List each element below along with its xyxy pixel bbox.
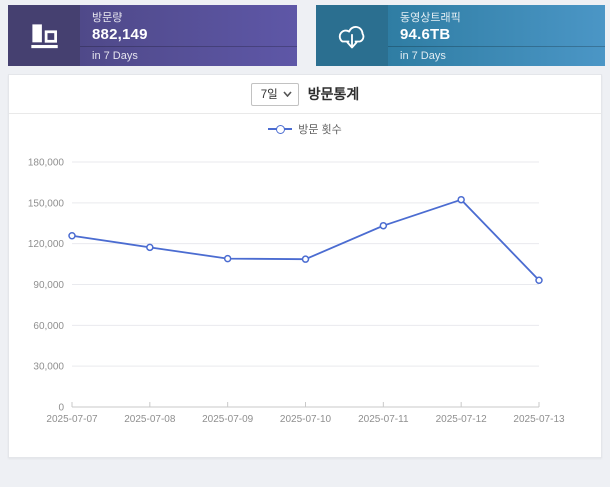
svg-text:2025-07-12: 2025-07-12 xyxy=(436,414,488,425)
legend-label: 방문 횟수 xyxy=(298,121,342,137)
stat-card-period: in 7 Days xyxy=(388,46,605,66)
svg-text:2025-07-10: 2025-07-10 xyxy=(280,414,332,425)
svg-text:60,000: 60,000 xyxy=(33,321,64,332)
stat-card: 방문량 882,149 in 7 Days xyxy=(8,5,297,66)
svg-text:150,000: 150,000 xyxy=(28,198,65,209)
chevron-down-icon xyxy=(283,91,292,97)
svg-text:2025-07-09: 2025-07-09 xyxy=(202,414,254,425)
period-select-value: 7일 xyxy=(261,86,278,102)
svg-text:2025-07-11: 2025-07-11 xyxy=(358,414,409,425)
stat-card: 동영상트래픽 94.6TB in 7 Days xyxy=(316,5,605,66)
stat-card-period: in 7 Days xyxy=(80,46,297,66)
stat-card-value: 94.6TB xyxy=(400,26,595,45)
svg-text:0: 0 xyxy=(58,403,64,414)
svg-text:90,000: 90,000 xyxy=(33,280,64,291)
svg-text:120,000: 120,000 xyxy=(28,239,65,250)
line-chart: 0 30,000 60,000 90,000 120,000 150,000 180,000… xyxy=(9,144,601,444)
panel-header: 7일 방문통계 xyxy=(9,75,601,114)
svg-text:180,000: 180,000 xyxy=(28,158,65,169)
bar-chart-icon xyxy=(8,5,80,66)
period-select[interactable]: 7일 xyxy=(251,83,299,106)
cloud-download-icon xyxy=(316,5,388,66)
stat-card-label: 방문량 xyxy=(92,12,287,26)
svg-text:2025-07-08: 2025-07-08 xyxy=(124,414,176,425)
stat-card-value: 882,149 xyxy=(92,26,287,45)
stat-card-body: 동영상트래픽 94.6TB in 7 Days xyxy=(388,5,605,66)
legend-line-marker-icon xyxy=(268,124,292,134)
stat-card-body: 방문량 882,149 in 7 Days xyxy=(80,5,297,66)
legend-item[interactable]: 방문 횟수 xyxy=(9,116,601,142)
panel-title: 방문통계 xyxy=(308,84,360,104)
svg-text:2025-07-07: 2025-07-07 xyxy=(46,414,98,425)
visit-stats-panel: 7일 방문통계 방문 횟수 0 30,000 60,000 90,000 120,000… xyxy=(8,74,602,458)
svg-text:30,000: 30,000 xyxy=(33,362,64,373)
stat-card-label: 동영상트래픽 xyxy=(400,12,595,26)
stat-cards-row: 방문량 882,149 in 7 Days 동영상트래픽 94.6TB in 7… xyxy=(8,5,605,66)
svg-text:2025-07-13: 2025-07-13 xyxy=(513,414,565,425)
